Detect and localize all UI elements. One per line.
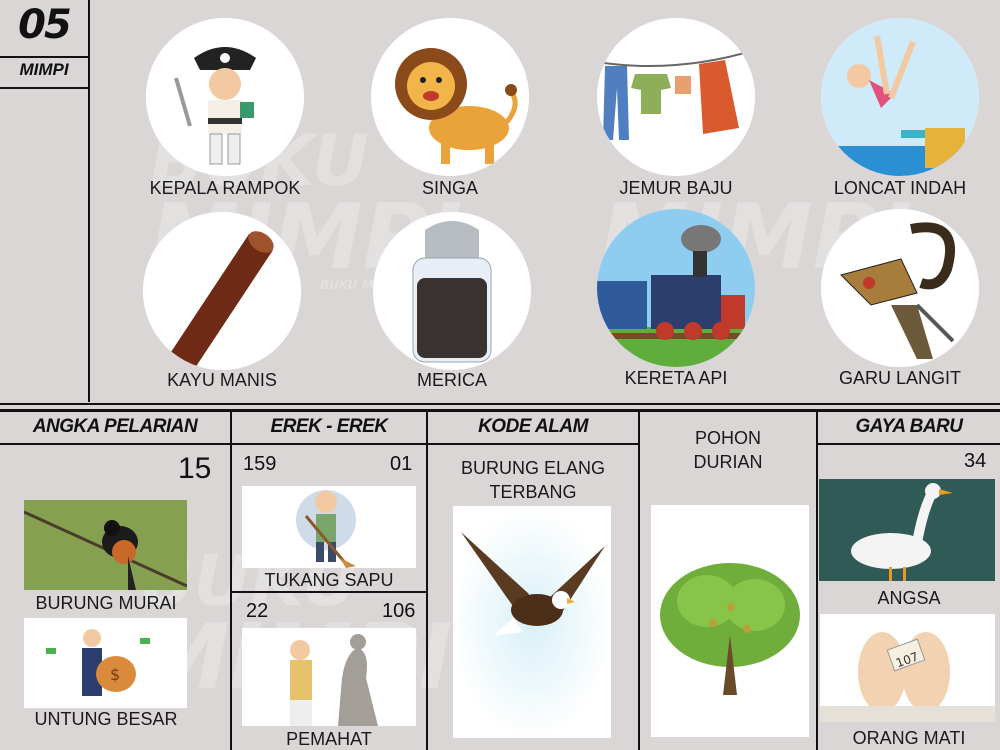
dream-caption-5: KAYU MANIS (167, 370, 277, 390)
dream-caption-3: JEMUR BAJU (619, 178, 733, 198)
dream-caption-2: SINGA (421, 178, 478, 198)
dream-number: 05 (18, 2, 72, 48)
dream-image-pirate (146, 18, 304, 176)
header-angka-pelarian: ANGKA PELARIAN (32, 416, 198, 437)
feet-tag-icon: 107 (820, 614, 995, 722)
badge-divider (0, 56, 88, 58)
sweeper-image (242, 486, 416, 568)
badge-bottom-line (0, 87, 88, 89)
caption-angsa: ANGSA (877, 588, 941, 608)
money-bag-icon: $ (24, 618, 187, 708)
dream-number-badge: 05 MIMPI (0, 0, 88, 88)
dream-image-cinnamon (143, 212, 301, 370)
dream-caption-1: KEPALA RAMPOK (149, 178, 301, 198)
durian-line2: DURIAN (693, 452, 763, 472)
dream-caption-7: KERETA API (624, 368, 728, 388)
caption-untung-besar: UNTUNG BESAR (34, 709, 178, 729)
money-bag-image: $ (24, 618, 187, 708)
erek-1-left-number: 159 (243, 453, 277, 475)
dream-caption-8: GARU LANGIT (838, 368, 962, 388)
header-erek-erek: EREK - EREK (270, 416, 388, 437)
dream-image-wayang (821, 209, 979, 367)
pepper-shaker-icon (373, 212, 531, 370)
dream-caption-6: MERICA (416, 370, 487, 390)
header-bottom-line-right (818, 443, 1000, 445)
col-line-4 (816, 410, 818, 750)
section-top-line (0, 403, 1000, 405)
section-top-line-2 (0, 409, 1000, 412)
dream-image-clothesline (597, 18, 755, 176)
caption-tukang-sapu: TUKANG SAPU (264, 570, 394, 590)
feet-tag-image: 107 (820, 614, 995, 722)
durian-tree-image (651, 505, 809, 737)
diver-icon (821, 18, 979, 176)
sculptor-icon (242, 628, 416, 726)
dream-number-label: MIMPI (19, 60, 69, 79)
dream-image-diver (821, 18, 979, 176)
eagle-image (453, 506, 611, 738)
kode-alam-line2: TERBANG (489, 482, 577, 502)
angka-pelarian-number: 15 (178, 452, 212, 485)
dream-image-pepper (373, 212, 531, 370)
erek-divider (232, 591, 426, 593)
caption-orang-mati: ORANG MATI (852, 728, 966, 748)
caption-pemahat: PEMAHAT (286, 729, 372, 749)
durian-line1: POHON (694, 428, 761, 448)
dream-caption-4: LONCAT INDAH (833, 178, 967, 198)
dream-image-train (597, 209, 755, 367)
erek-2-right-number: 106 (382, 600, 416, 622)
eagle-icon (453, 506, 611, 738)
kode-alam-line1: BURUNG ELANG (460, 458, 606, 478)
pirate-icon (146, 18, 304, 176)
gaya-baru-number: 34 (964, 450, 987, 472)
durian-tree-icon (651, 505, 809, 737)
lion-icon (371, 18, 529, 176)
header-bottom-line-left (0, 443, 640, 445)
dream-image-lion (371, 18, 529, 176)
sweeper-icon (242, 486, 416, 568)
header-kode-alam: KODE ALAM (478, 416, 588, 437)
badge-vertical-line (88, 0, 90, 402)
sculptor-image (242, 628, 416, 726)
goose-image (819, 479, 995, 581)
magpie-robin-image (24, 500, 187, 590)
goose-icon (819, 479, 995, 581)
wayang-icon (821, 209, 979, 367)
header-gaya-baru: GAYA BARU (855, 416, 963, 437)
svg-text:$: $ (110, 665, 120, 684)
caption-burung-murai: BURUNG MURAI (35, 593, 177, 613)
magpie-robin-icon (24, 500, 187, 590)
train-icon (597, 209, 755, 367)
erek-2-left-number: 22 (246, 600, 269, 622)
clothesline-icon (597, 18, 755, 176)
erek-1-right-number: 01 (390, 453, 413, 475)
cinnamon-icon (143, 212, 301, 370)
